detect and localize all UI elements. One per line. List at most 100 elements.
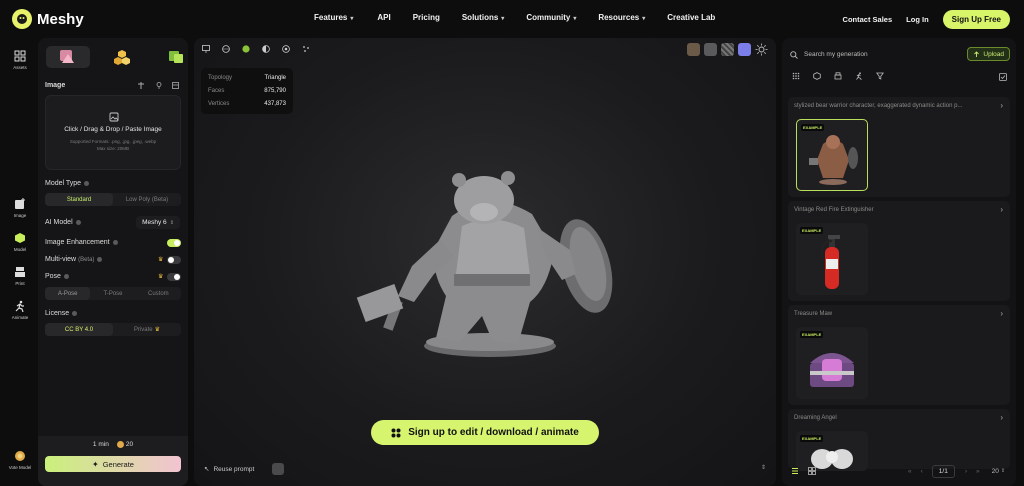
wireframe-sphere-icon[interactable] — [282, 45, 290, 53]
pose-a-pose[interactable]: A-Pose — [45, 287, 91, 300]
rail-vote-model[interactable]: Vote Model — [0, 450, 40, 470]
stat-faces: Faces 875,790 — [208, 87, 286, 94]
login-link[interactable]: Log In — [906, 15, 929, 24]
license-cc-by[interactable]: CC BY 4.0 — [45, 323, 113, 336]
stat-vertices: Vertices 437,873 — [208, 100, 286, 107]
image-library-icon[interactable] — [172, 82, 179, 89]
signup-cta-button[interactable]: Sign up to edit / download / animate — [371, 420, 599, 445]
prompt-thumbnail[interactable] — [272, 463, 285, 475]
generate-label: Generate — [102, 459, 134, 469]
generate-button[interactable]: ✦ Generate — [45, 456, 181, 472]
prev-page-icon[interactable]: ‹ — [921, 468, 923, 475]
clay-sphere-icon[interactable] — [262, 45, 270, 53]
example-badge: EXAMPLE — [800, 331, 824, 338]
chevron-right-icon[interactable]: › — [1000, 309, 1003, 318]
environment-swatches — [687, 43, 768, 56]
chevron-updown-icon: ⇕ — [1000, 468, 1006, 474]
search-input[interactable]: Search my generation — [804, 51, 868, 58]
filter-icon[interactable] — [876, 72, 884, 80]
rail-image[interactable]: Image — [0, 198, 40, 218]
image-enhancement-toggle[interactable] — [167, 239, 181, 247]
search-bar[interactable]: Search my generation — [790, 47, 956, 62]
generation-thumbnail[interactable]: EXAMPLE — [796, 327, 868, 399]
swatch-purple[interactable] — [738, 43, 751, 56]
model-type-low-poly[interactable]: Low Poly (Beta) — [113, 193, 181, 206]
next-page-icon[interactable]: › — [965, 468, 967, 475]
info-icon — [75, 219, 81, 225]
cube-icon — [15, 233, 25, 243]
swatch-pattern[interactable] — [721, 43, 734, 56]
cube-outline-icon[interactable] — [813, 72, 821, 80]
scatter-points-icon[interactable] — [302, 45, 310, 53]
lighting-icon[interactable] — [755, 43, 768, 56]
sparkle-icon: ✦ — [92, 459, 99, 469]
rail-print[interactable]: Print — [0, 266, 40, 286]
textured-sphere-icon[interactable] — [242, 45, 250, 53]
dropzone-hint: Supported Formats: .png, .jpg, .jpeg, .w… — [69, 139, 157, 151]
chevron-updown-icon[interactable]: ⇕ — [761, 464, 766, 471]
nav-api[interactable]: API — [377, 13, 390, 22]
3d-viewport[interactable]: Topology Triangle Faces 875,790 Vertices 43… — [194, 38, 776, 486]
pose-t-pose[interactable]: T-Pose — [90, 287, 135, 300]
swatch-wood[interactable] — [687, 43, 700, 56]
credit-cost: 20 — [116, 441, 133, 448]
rail-assets[interactable]: Assets — [0, 50, 40, 70]
multiview-toggle[interactable] — [167, 256, 181, 264]
pin-icon[interactable] — [138, 82, 144, 89]
multiview-label: Multi-view (Beta) — [45, 256, 103, 263]
pose-toggle[interactable] — [167, 273, 181, 281]
chevron-right-icon[interactable]: › — [1000, 101, 1003, 110]
signup-button[interactable]: Sign Up Free — [942, 10, 1010, 29]
generation-thumbnail[interactable]: EXAMPLE — [796, 223, 868, 295]
pose-custom[interactable]: Custom — [136, 287, 181, 300]
rail-animate-label: Animate — [11, 315, 29, 320]
swatch-stone[interactable] — [704, 43, 717, 56]
globe-icon[interactable] — [222, 45, 230, 53]
model-type-standard[interactable]: Standard — [45, 193, 113, 206]
info-icon — [72, 310, 78, 316]
meshy-logo[interactable]: Meshy — [12, 9, 84, 29]
print-filter-icon[interactable] — [834, 72, 842, 80]
per-page-select[interactable]: 20 ⇕ — [992, 468, 1005, 475]
grid-view-icon[interactable] — [808, 467, 816, 475]
reuse-prompt-button[interactable]: ↖ Reuse prompt — [204, 463, 285, 475]
select-checkbox-icon[interactable] — [999, 73, 1007, 81]
page-indicator[interactable]: 1/1 — [931, 464, 955, 478]
lightbulb-icon[interactable] — [156, 82, 162, 89]
account-nav: Contact Sales Log In Sign Up Free — [843, 10, 1010, 29]
chevron-right-icon[interactable]: › — [1000, 205, 1003, 214]
nav-community[interactable]: Community ▾ — [526, 13, 576, 22]
contact-sales-link[interactable]: Contact Sales — [843, 15, 893, 24]
generation-panel: Image Click / Drag & Drop / Paste Image … — [38, 38, 188, 486]
card-title: stylized bear warrior character, exagger… — [794, 103, 963, 109]
first-page-icon[interactable]: « — [908, 468, 912, 475]
rail-model[interactable]: Model — [0, 232, 40, 252]
generation-thumbnail[interactable]: EXAMPLE — [796, 119, 868, 191]
rail-animate[interactable]: Animate — [0, 300, 40, 320]
per-page-value: 20 — [991, 467, 999, 475]
license-private[interactable]: Private ♛ — [113, 323, 181, 336]
generation-card[interactable]: Vintage Red Fire Extinguisher › EXAMPLE — [788, 201, 1010, 301]
nav-pricing[interactable]: Pricing — [413, 13, 440, 22]
info-icon — [63, 273, 69, 279]
generation-card[interactable]: Treasure Maw › EXAMPLE — [788, 305, 1010, 405]
tab-image-to-3d[interactable] — [46, 46, 90, 68]
rail-model-label: Model — [13, 247, 27, 252]
monitor-icon[interactable] — [202, 45, 210, 53]
ai-model-select[interactable]: Meshy 6 ⇕ — [136, 216, 180, 229]
tab-multi-image[interactable] — [100, 46, 144, 68]
image-dropzone[interactable]: Click / Drag & Drop / Paste Image Suppor… — [45, 95, 181, 170]
tab-text-to-3d[interactable] — [154, 46, 198, 68]
running-figure-icon[interactable] — [855, 72, 863, 80]
grid-dots-icon[interactable] — [792, 72, 800, 80]
nav-solutions[interactable]: Solutions ▾ — [462, 13, 504, 22]
pose-selector: A-Pose T-Pose Custom — [45, 287, 181, 300]
nav-creative-lab[interactable]: Creative Lab — [667, 13, 715, 22]
nav-resources[interactable]: Resources ▾ — [598, 13, 645, 22]
generation-card[interactable]: stylized bear warrior character, exagger… — [788, 97, 1010, 197]
chevron-right-icon[interactable]: › — [1000, 413, 1003, 422]
last-page-icon[interactable]: » — [976, 468, 980, 475]
list-view-icon[interactable] — [791, 467, 799, 475]
nav-features[interactable]: Features ▾ — [314, 13, 353, 22]
upload-button[interactable]: Upload — [967, 47, 1010, 61]
